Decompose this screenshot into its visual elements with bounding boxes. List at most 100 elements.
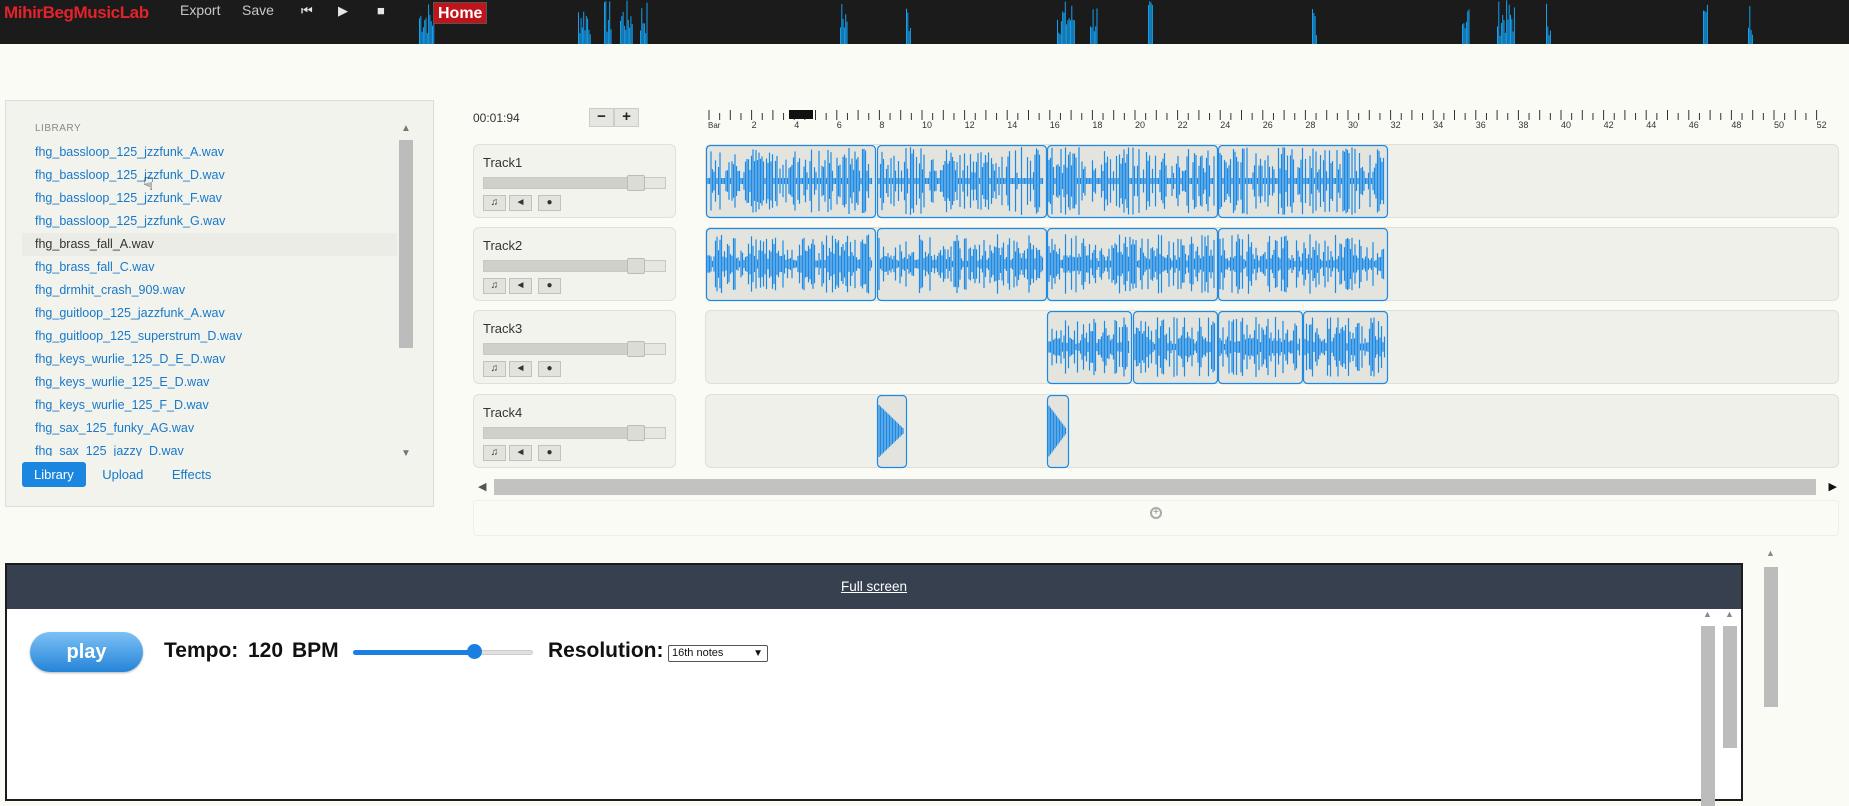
library-item[interactable]: fhg_sax_125_jazzy_D.wav — [22, 440, 397, 456]
headphones-icon[interactable]: ♫ — [483, 445, 506, 461]
headphones-icon[interactable]: ♫ — [483, 361, 506, 377]
ruler-label: 8 — [879, 120, 884, 130]
headphones-icon[interactable]: ♫ — [483, 278, 506, 294]
tempo-unit: BPM — [292, 639, 339, 662]
track-lane-2[interactable] — [705, 227, 1839, 302]
tempo-slider[interactable] — [353, 644, 533, 659]
library-list: fhg_bassloop_125_jzzfunk_A.wav fhg_bassl… — [22, 141, 397, 456]
track-header-4: Track4 ♫ ◄ ● — [473, 394, 676, 468]
tab-effects[interactable]: Effects — [160, 462, 224, 487]
clip-layer — [876, 395, 1070, 469]
library-item[interactable]: fhg_guitloop_125_jazzfunk_A.wav — [22, 302, 397, 325]
skip-back-icon[interactable]: ⏮ — [301, 3, 313, 19]
sequencer-play-button[interactable]: play — [30, 632, 143, 672]
audio-clip — [1046, 228, 1219, 302]
scroll-up-icon[interactable]: ▲ — [1703, 609, 1712, 619]
zoom-out-button[interactable]: − — [589, 108, 614, 127]
record-icon[interactable]: ● — [538, 445, 561, 461]
library-item[interactable]: fhg_guitloop_125_superstrum_D.wav — [22, 325, 397, 348]
audio-clip — [1046, 395, 1070, 469]
ruler-label: 48 — [1731, 120, 1741, 130]
scrollbar-thumb[interactable] — [1723, 626, 1737, 748]
inner-scrollbar-2[interactable]: ▲ — [1721, 609, 1739, 799]
timeline-ruler[interactable]: Bar 2 4 6 8 10 12 14 16 18 20 22 24 26 28 30 32 34 36 38 40 4… — [705, 100, 1839, 130]
save-button[interactable]: Save — [242, 2, 274, 18]
audio-clip — [876, 228, 1048, 302]
track-name: Track2 — [483, 238, 523, 253]
record-icon[interactable]: ● — [538, 361, 561, 377]
add-track-icon[interactable]: + — [1150, 507, 1162, 519]
ruler-label: 44 — [1646, 120, 1656, 130]
stop-icon[interactable]: ■ — [377, 3, 385, 18]
slider-knob[interactable] — [627, 175, 645, 191]
audio-clip — [876, 395, 908, 469]
library-item[interactable]: fhg_keys_wurlie_125_E_D.wav — [22, 371, 397, 394]
scroll-down-icon[interactable]: ▼ — [401, 448, 411, 459]
mute-icon[interactable]: ◄ — [509, 445, 532, 461]
library-item[interactable]: fhg_keys_wurlie_125_D_E_D.wav — [22, 348, 397, 371]
slider-knob[interactable] — [627, 341, 645, 357]
library-item[interactable]: fhg_sax_125_funky_AG.wav — [22, 417, 397, 440]
scroll-right-icon[interactable]: ▶ — [1829, 480, 1837, 493]
tempo-slider-knob[interactable] — [467, 644, 482, 659]
play-icon[interactable]: ▶ — [338, 3, 348, 19]
ruler-label: 30 — [1348, 120, 1358, 130]
slider-knob[interactable] — [627, 258, 645, 274]
library-item[interactable]: fhg_bassloop_125_jzzfunk_D.wav — [22, 164, 397, 187]
page-scrollbar[interactable]: ▲ — [1762, 548, 1780, 801]
scrollbar-thumb[interactable] — [399, 140, 413, 348]
library-item[interactable]: fhg_brass_fall_C.wav — [22, 256, 397, 279]
tab-library[interactable]: Library — [22, 462, 86, 487]
home-button[interactable]: Home — [433, 2, 488, 24]
track-lane-1[interactable] — [705, 144, 1839, 219]
volume-slider[interactable] — [483, 341, 666, 357]
scroll-up-icon[interactable]: ▲ — [1725, 609, 1734, 619]
mute-icon[interactable]: ◄ — [509, 195, 532, 211]
scrollbar-thumb[interactable] — [494, 479, 1816, 495]
library-item[interactable]: fhg_brass_fall_A.wav — [22, 233, 397, 256]
tab-upload[interactable]: Upload — [90, 462, 155, 487]
volume-slider[interactable] — [483, 425, 666, 441]
ruler-label: 42 — [1604, 120, 1614, 130]
fullscreen-link[interactable]: Full screen — [841, 579, 907, 594]
scrollbar-thumb[interactable] — [1701, 626, 1715, 806]
clip-layer — [706, 228, 1389, 302]
library-item[interactable]: fhg_drmhit_crash_909.wav — [22, 279, 397, 302]
resolution-select[interactable]: 16th notes ▼ — [668, 645, 768, 662]
mute-icon[interactable]: ◄ — [509, 278, 532, 294]
track-lane-4[interactable] — [705, 394, 1839, 469]
track-header-1: Track1 ♫ ◄ ● — [473, 144, 676, 218]
track-name: Track4 — [483, 405, 523, 420]
track-header-2: Track2 ♫ ◄ ● — [473, 227, 676, 301]
export-button[interactable]: Export — [180, 2, 220, 18]
scroll-left-icon[interactable]: ◀ — [478, 480, 486, 493]
library-scrollbar[interactable]: ▲ ▼ — [396, 123, 416, 459]
add-track-area: + — [473, 500, 1839, 536]
ruler-label: 12 — [965, 120, 975, 130]
hand-cursor-icon: ☟ — [143, 174, 154, 194]
volume-slider[interactable] — [483, 175, 666, 191]
record-icon[interactable]: ● — [538, 278, 561, 294]
volume-slider[interactable] — [483, 258, 666, 274]
scroll-up-icon[interactable]: ▲ — [1766, 548, 1775, 558]
zoom-in-button[interactable]: + — [614, 108, 639, 127]
library-item[interactable]: fhg_bassloop_125_jzzfunk_A.wav — [22, 141, 397, 164]
record-icon[interactable]: ● — [538, 195, 561, 211]
library-item[interactable]: fhg_bassloop_125_jzzfunk_G.wav — [22, 210, 397, 233]
ruler-label: 34 — [1433, 120, 1443, 130]
track-lane-3[interactable] — [705, 310, 1839, 385]
library-item[interactable]: fhg_bassloop_125_jzzfunk_F.wav — [22, 187, 397, 210]
slider-knob[interactable] — [627, 425, 645, 441]
library-item[interactable]: fhg_keys_wurlie_125_F_D.wav — [22, 394, 397, 417]
scroll-up-icon[interactable]: ▲ — [401, 123, 411, 134]
mute-icon[interactable]: ◄ — [509, 361, 532, 377]
tempo-value: 120 — [248, 639, 284, 662]
ruler-label: 22 — [1178, 120, 1188, 130]
audio-clip — [706, 228, 877, 302]
fullscreen-bar: Full screen — [7, 565, 1741, 609]
inner-scrollbar-1[interactable]: ▲ — [1699, 609, 1717, 806]
scrollbar-thumb[interactable] — [1764, 567, 1778, 707]
ruler-label: Bar — [708, 121, 721, 130]
timeline-scrollbar[interactable]: ◀ ▶ — [473, 479, 1839, 495]
headphones-icon[interactable]: ♫ — [483, 195, 506, 211]
